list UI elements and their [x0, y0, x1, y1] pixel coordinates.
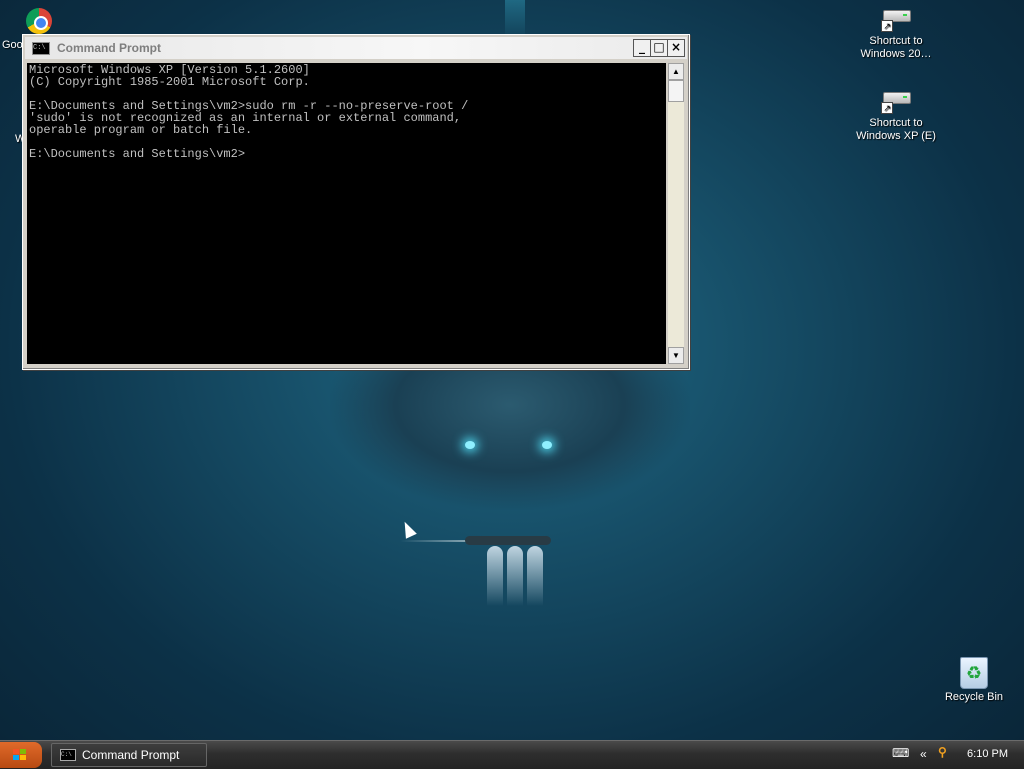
submarine-light [527, 546, 543, 606]
minimize-button[interactable]: _ [633, 39, 651, 57]
desktop-icon-label: Shortcut to Windows 20… [860, 35, 932, 60]
system-tray: ⌨ « ⚲ 6:10 PM [884, 741, 1024, 769]
taskbar-item-command-prompt[interactable]: C:\ Command Prompt [51, 743, 207, 767]
start-button[interactable] [0, 742, 42, 768]
drive-shortcut-icon: ↗ [881, 8, 911, 32]
wallpaper-sea-monster [330, 360, 690, 510]
console-area[interactable]: Microsoft Windows XP [Version 5.1.2600] … [27, 63, 666, 364]
tray-expand-icon[interactable]: « [920, 747, 927, 761]
taskbar: C:\ Command Prompt ⌨ « ⚲ 6:10 PM [0, 740, 1024, 769]
maximize-button[interactable]: □ [650, 39, 668, 57]
vertical-scrollbar[interactable]: ▲ ▼ [668, 63, 684, 364]
keyboard-icon[interactable]: ⌨ [892, 746, 909, 760]
monster-eye-right [542, 441, 552, 449]
search-icon[interactable]: ⚲ [938, 745, 947, 759]
desktop-icon-label: Goo [2, 39, 23, 51]
desktop-icon-shortcut-windows-20[interactable]: ↗ Shortcut to Windows 20… [856, 8, 936, 61]
scrollbar-thumb[interactable] [668, 80, 684, 102]
submarine-trail [400, 540, 470, 542]
wallpaper-submarine [465, 536, 551, 545]
cmd-icon: C:\ [32, 41, 50, 55]
desktop-icon-shortcut-windows-xp-e[interactable]: ↗ Shortcut to Windows XP (E) [856, 90, 936, 143]
submarine-light [507, 546, 523, 606]
console-output: Microsoft Windows XP [Version 5.1.2600] … [29, 63, 469, 161]
recycle-bin-icon: ♻ [960, 657, 988, 689]
desktop-icon-label: Recycle Bin [944, 691, 1004, 703]
desktop-icon-recycle-bin[interactable]: ♻ Recycle Bin [940, 657, 1008, 704]
submarine-light [487, 546, 503, 606]
taskbar-item-label: Command Prompt [82, 748, 180, 762]
scroll-down-button[interactable]: ▼ [668, 347, 684, 364]
window-title: Command Prompt [57, 41, 162, 55]
monster-eye-left [465, 441, 475, 449]
clock[interactable]: 6:10 PM [967, 748, 1008, 760]
desktop-icon-label: Shortcut to Windows XP (E) [856, 117, 936, 142]
windows-logo-icon [13, 749, 27, 761]
scroll-up-button[interactable]: ▲ [668, 63, 684, 80]
chrome-icon [26, 8, 52, 34]
cmd-icon: C:\ [60, 749, 76, 761]
command-prompt-window[interactable]: C:\ Command Prompt _ □ × Microsoft Windo… [22, 34, 690, 370]
close-button[interactable]: × [667, 39, 685, 57]
drive-shortcut-icon: ↗ [881, 90, 911, 114]
window-titlebar[interactable]: C:\ Command Prompt _ □ × [25, 37, 687, 59]
